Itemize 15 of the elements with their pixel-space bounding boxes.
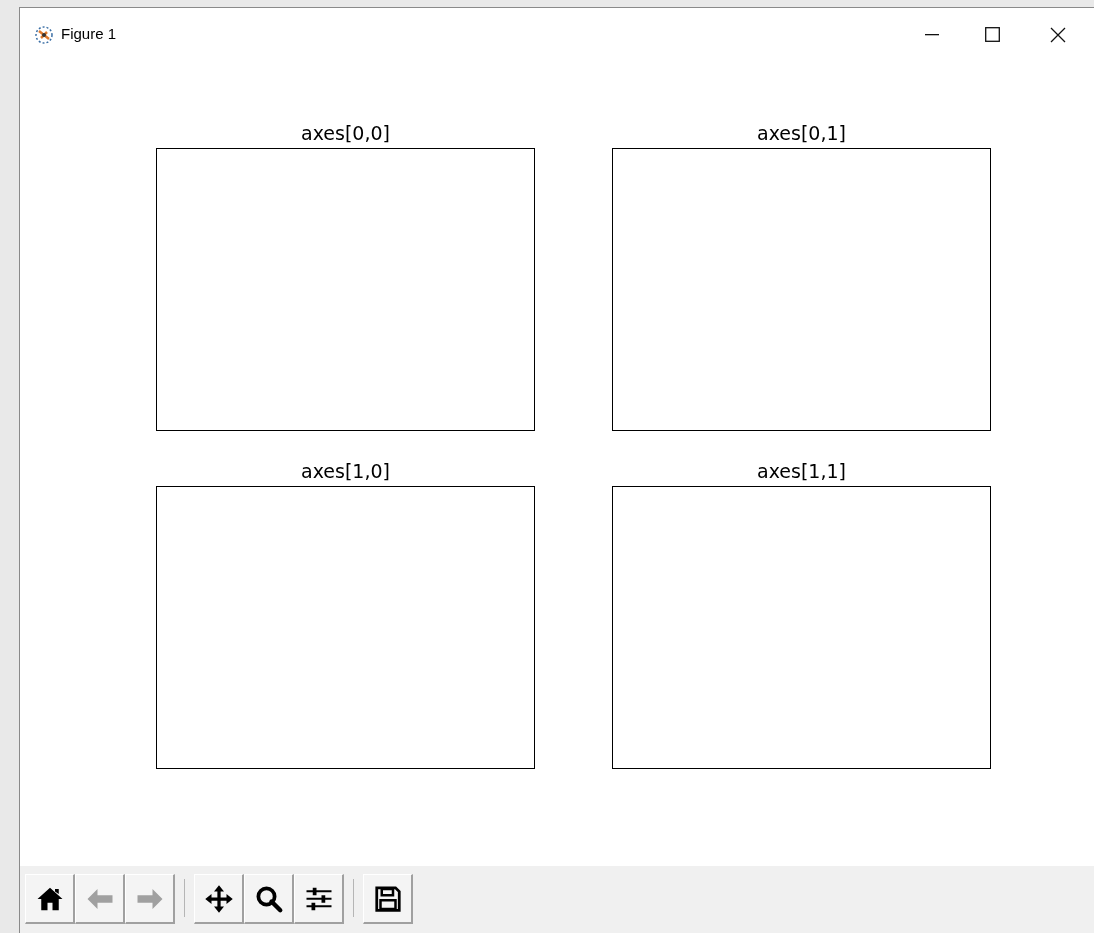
maximize-icon <box>984 27 1000 42</box>
axes-title: axes[0,1] <box>757 121 846 146</box>
configure-button[interactable] <box>294 874 344 924</box>
axes-title: axes[1,0] <box>301 459 390 484</box>
window-title: Figure 1 <box>61 24 117 45</box>
pan-button[interactable] <box>194 874 244 924</box>
close-icon <box>1050 26 1066 43</box>
move-icon <box>203 883 234 914</box>
axes-title: axes[1,1] <box>757 459 846 484</box>
save-button[interactable] <box>363 874 413 924</box>
zoom-button[interactable] <box>244 874 294 924</box>
minimize-icon <box>925 33 939 36</box>
home-button[interactable] <box>25 874 75 924</box>
app-icon <box>34 24 54 45</box>
axes-title: axes[0,0] <box>301 121 390 146</box>
